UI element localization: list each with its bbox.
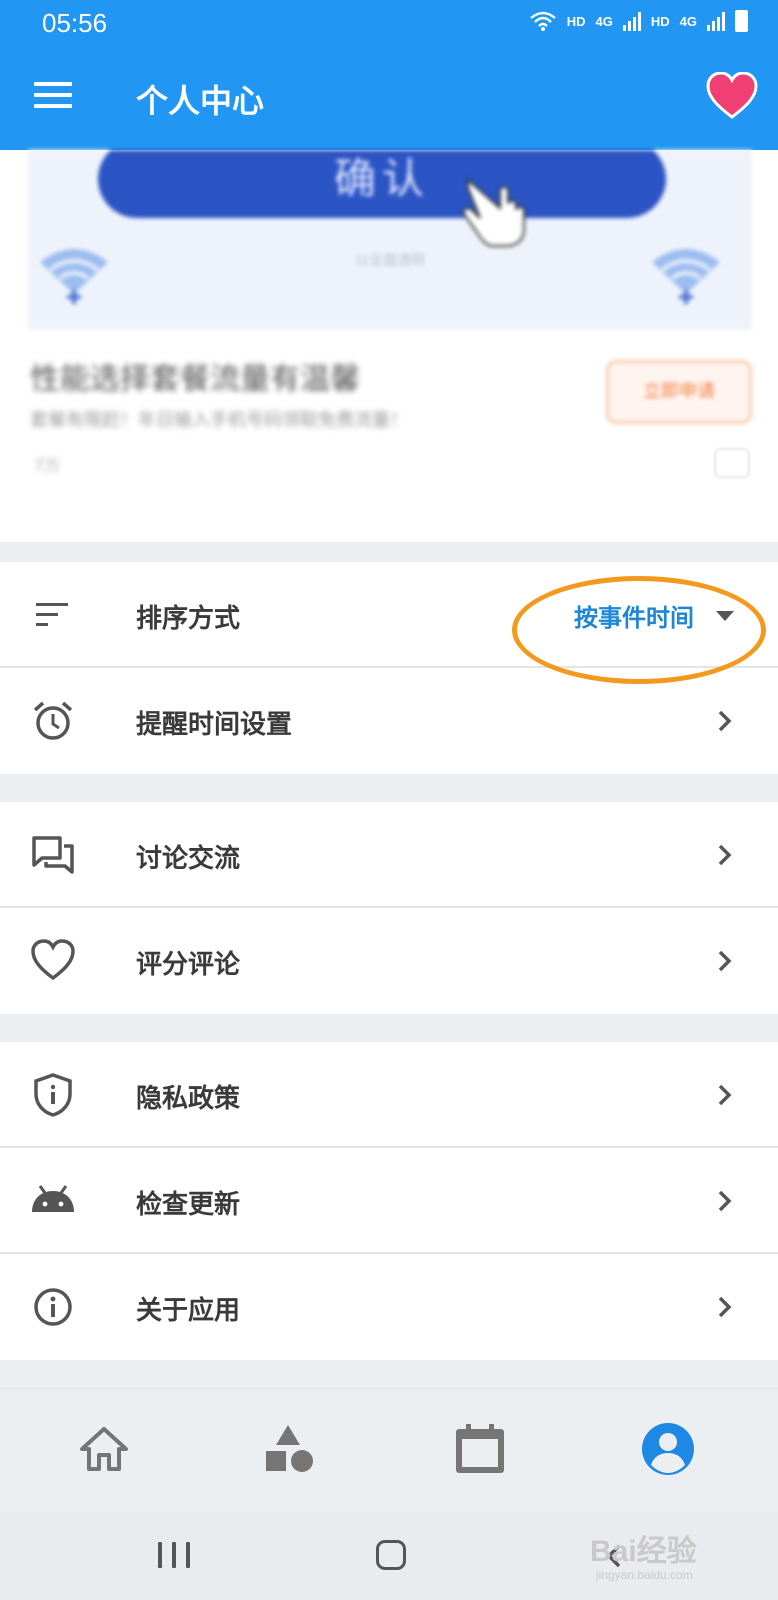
heart-outline-icon xyxy=(31,939,75,981)
watermark-url: jingyan.baidu.com xyxy=(596,1568,693,1582)
chevron-right-icon xyxy=(718,1296,732,1318)
settings-group-sort: 排序方式 按事件时间 提醒时间设置 xyxy=(0,562,778,774)
chevron-right-icon xyxy=(718,950,732,972)
chevron-right-icon xyxy=(718,710,732,732)
settings-group-feedback: 讨论交流 评分评论 xyxy=(0,802,778,1014)
bottom-navigation xyxy=(0,1388,778,1512)
home-icon[interactable] xyxy=(76,1421,132,1477)
watermark-logo: Bai经验 xyxy=(590,1535,697,1568)
about-app-row[interactable]: 关于应用 xyxy=(0,1254,778,1360)
status-icons: HD 4G HD 4G xyxy=(529,10,748,32)
chevron-right-icon xyxy=(718,1190,732,1212)
recent-apps-button[interactable] xyxy=(158,1542,190,1570)
chevron-right-icon xyxy=(718,1084,732,1106)
alarm-clock-icon xyxy=(33,701,73,740)
page-title: 个人中心 xyxy=(136,82,265,120)
sort-order-row[interactable]: 排序方式 按事件时间 xyxy=(0,562,778,684)
network-type-2: HD xyxy=(650,13,670,29)
settings-group-app: 隐私政策 检查更新 关于应用 xyxy=(0,1042,778,1360)
signal-icon xyxy=(622,11,641,31)
sort-icon xyxy=(36,603,68,626)
status-time: 05:56 xyxy=(42,8,108,38)
rating-label: 评分评论 xyxy=(136,950,241,980)
chevron-right-icon xyxy=(718,844,732,866)
banner-image: 确认 以全面透明 xyxy=(28,150,752,330)
sort-order-label: 排序方式 xyxy=(136,604,241,634)
app-bar: 个人中心 xyxy=(0,46,778,150)
wifi-plus-icon xyxy=(652,249,720,304)
banner-confirm-button: 确认 xyxy=(98,150,666,218)
shapes-icon[interactable] xyxy=(262,1421,318,1477)
system-home-button[interactable] xyxy=(376,1540,406,1570)
signal-icon xyxy=(707,11,725,31)
heart-icon[interactable] xyxy=(706,72,758,120)
reminder-time-label: 提醒时间设置 xyxy=(136,710,293,740)
status-bar: 05:56 HD 4G HD 4G xyxy=(0,0,778,46)
ad-description: 套餐有限赶！年日输入手机号码领取免费流量！ xyxy=(30,410,408,431)
system-navigation-bar: Bai经验 jingyan.baidu.com xyxy=(0,1512,778,1600)
discussion-label: 讨论交流 xyxy=(136,844,241,874)
ad-title: 性能选择套餐流量有温馨 xyxy=(30,362,360,397)
banner-subtitle: 以全面透明 xyxy=(355,253,425,269)
ad-banner[interactable]: 确认 以全面透明 性能选择套餐流量有温馨 套餐有限赶！年日输入手机号码领取免费流… xyxy=(0,150,778,542)
network-type-1: HD xyxy=(566,13,586,29)
pointer-hand-icon xyxy=(462,177,525,247)
about-app-label: 关于应用 xyxy=(136,1296,241,1326)
android-icon xyxy=(32,1185,74,1212)
reminder-time-row[interactable]: 提醒时间设置 xyxy=(0,668,778,774)
check-update-label: 检查更新 xyxy=(136,1190,241,1220)
privacy-policy-label: 隐私政策 xyxy=(136,1084,241,1114)
battery-icon xyxy=(735,10,748,32)
check-update-row[interactable]: 检查更新 xyxy=(0,1148,778,1254)
signal-label-2: 4G xyxy=(679,13,697,29)
privacy-policy-row[interactable]: 隐私政策 xyxy=(0,1042,778,1148)
ad-close-button[interactable] xyxy=(714,448,750,478)
signal-label-1: 4G xyxy=(595,13,613,29)
discussion-row[interactable]: 讨论交流 xyxy=(0,802,778,908)
shield-icon xyxy=(34,1073,72,1117)
ad-meta: 7万 xyxy=(34,456,61,475)
hamburger-menu-icon[interactable] xyxy=(34,82,72,112)
rating-row[interactable]: 评分评论 xyxy=(0,908,778,1014)
account-circle-icon[interactable] xyxy=(640,1421,696,1477)
wifi-plus-icon xyxy=(40,249,108,304)
calendar-icon[interactable] xyxy=(452,1421,508,1477)
forum-icon xyxy=(32,836,74,874)
wifi-icon xyxy=(529,11,556,31)
info-icon xyxy=(34,1288,72,1326)
ad-apply-button[interactable]: 立即申请 xyxy=(606,360,752,424)
